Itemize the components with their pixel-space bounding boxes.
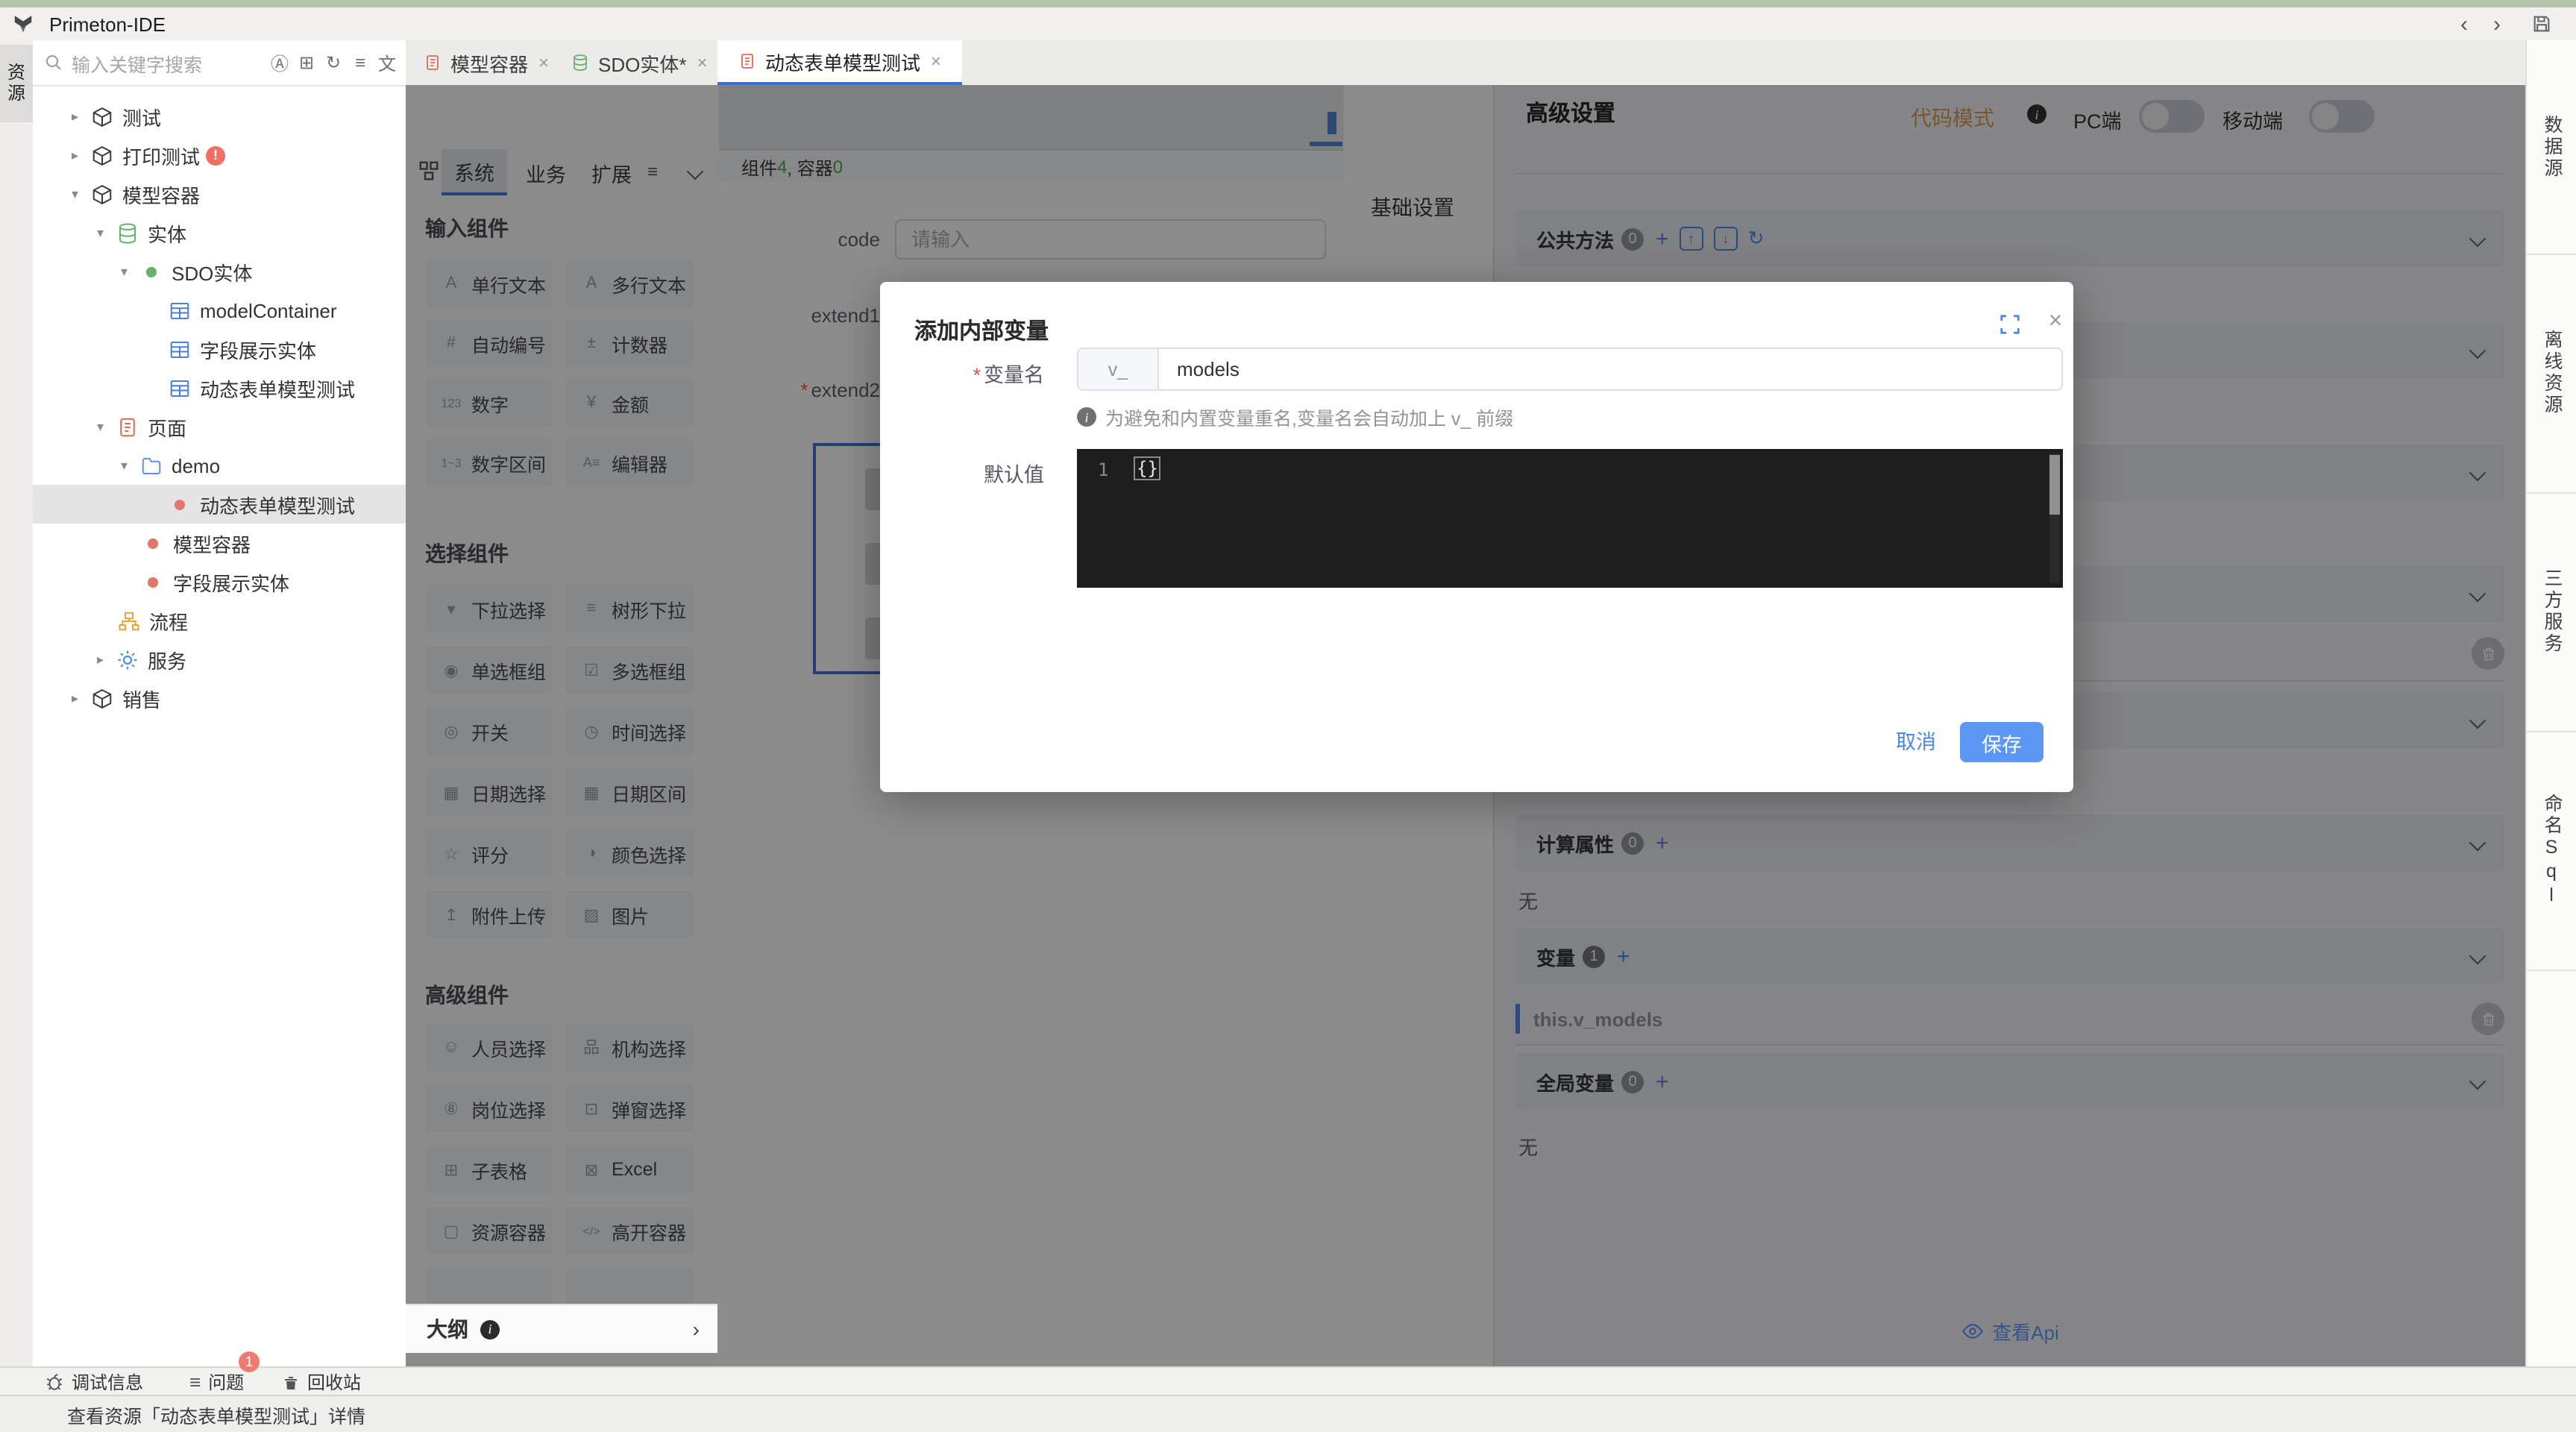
editor-tab-dynamic-form-test[interactable]: 动态表单模型测试 × (717, 40, 962, 85)
editor-tab-model-container[interactable]: 模型容器 × (424, 40, 549, 85)
outline-bar[interactable]: 大纲 i › (406, 1304, 717, 1353)
variable-name-label: *变量名 (880, 358, 1044, 388)
cube-icon (91, 144, 113, 166)
tree-item-model-container[interactable]: ▾ 模型容器 (33, 175, 406, 213)
debug-info-button[interactable]: 调试信息 (45, 1368, 143, 1396)
status-bar: 查看资源「动态表单模型测试」详情 (0, 1395, 2576, 1432)
problems-count-badge: 1 (239, 1351, 260, 1372)
error-badge: ! (206, 145, 225, 165)
nav-forward-icon[interactable]: › (2485, 12, 2509, 37)
primeton-ide-window: Primeton-IDE ‹ › 资源 输入关键字搜索 Ⓐ ⊞ ↻ ≡ 文 (0, 0, 2576, 1431)
save-icon[interactable] (2531, 13, 2552, 34)
add-internal-variable-dialog: 添加内部变量 *变量名 v_ i 为避免和内置变量重名,变量名会自动加上 v_ … (880, 282, 2073, 792)
window-top-strip (0, 0, 2576, 7)
list-icon: ≡ (189, 1371, 201, 1393)
folder-icon (140, 454, 163, 477)
tree-item-print-test[interactable]: ▸ 打印测试 ! (33, 136, 406, 175)
cube-icon (91, 183, 113, 205)
variable-prefix: v_ (1078, 349, 1159, 389)
tree-item-dynamic-form-page-selected[interactable]: 动态表单模型测试 (33, 485, 406, 524)
editor-tab-sdo-entity[interactable]: SDO实体* × (571, 40, 708, 85)
database-icon (116, 222, 139, 244)
table-icon (169, 377, 191, 399)
tree-item-flow[interactable]: 流程 (33, 601, 406, 640)
explorer-search-row: 输入关键字搜索 Ⓐ ⊞ ↻ ≡ 文 (33, 40, 406, 87)
resource-tree: ▸ 测试 ▸ 打印测试 ! ▾ 模型容器 ▾ 实体 ▾ (33, 97, 406, 717)
tree-item-model-container-page[interactable]: 模型容器 (33, 524, 406, 562)
trash-icon (282, 1373, 300, 1391)
dock-tab-offline-resources[interactable]: 离线资源 (2527, 254, 2576, 494)
gear-icon (116, 648, 139, 671)
tree-item-sales[interactable]: ▸ 销售 (33, 679, 406, 717)
database-green-icon (571, 54, 589, 72)
red-dot-icon (169, 499, 191, 509)
close-icon[interactable]: × (931, 51, 941, 72)
tree-item-modelcontainer-entity[interactable]: modelContainer (33, 291, 406, 330)
dock-tab-third-party-services[interactable]: 三方服务 (2527, 492, 2576, 732)
green-dot-icon (140, 266, 163, 277)
page-red-icon (424, 54, 442, 72)
tree-item-sdo-entity[interactable]: ▾ SDO实体 (33, 252, 406, 291)
table-icon (169, 338, 191, 360)
tree-item-dynamic-form-entity[interactable]: 动态表单模型测试 (33, 368, 406, 407)
tree-item-services[interactable]: ▸ 服务 (33, 640, 406, 679)
editor-tab-bar: 模型容器 × SDO实体* × 动态表单模型测试 × (406, 40, 2576, 87)
page-icon (116, 415, 139, 438)
title-bar: Primeton-IDE ‹ › (0, 7, 2576, 42)
close-icon[interactable]: × (538, 52, 549, 73)
cancel-button[interactable]: 取消 (1896, 725, 1936, 755)
red-dot-icon (142, 577, 164, 587)
recycle-bin-button[interactable]: 回收站 (282, 1368, 361, 1396)
sort-list-icon[interactable]: ≡ (351, 52, 370, 73)
tree-item-test[interactable]: ▸ 测试 (33, 97, 406, 136)
cube-icon (91, 105, 113, 128)
dock-tab-resources[interactable]: 资源 (0, 45, 33, 122)
close-icon[interactable]: × (697, 52, 707, 73)
bottom-toolbar: 调试信息 ≡ 问题 1 回收站 (0, 1366, 2576, 1396)
tree-item-pages[interactable]: ▾ 页面 (33, 407, 406, 446)
dialog-title: 添加内部变量 (914, 315, 1049, 346)
nav-back-icon[interactable]: ‹ (2452, 12, 2476, 37)
default-value-code-editor[interactable]: 1 {} (1077, 449, 2063, 588)
add-model-icon[interactable]: ⊞ (297, 52, 316, 73)
variable-name-group: v_ (1077, 348, 2063, 391)
search-input[interactable]: 输入关键字搜索 (72, 48, 202, 77)
red-dot-icon (142, 538, 164, 548)
problems-button[interactable]: ≡ 问题 (189, 1368, 244, 1396)
default-value-label: 默认值 (880, 458, 1044, 488)
refresh-icon[interactable]: ↻ (324, 52, 343, 73)
dialog-close-icon[interactable]: × (2043, 309, 2067, 336)
variable-name-hint: i 为避免和内置变量重名,变量名会自动加上 v_ 前缀 (1077, 403, 1513, 431)
code-cursor-content: {} (1134, 456, 1161, 480)
tree-item-demo-folder[interactable]: ▾ demo (33, 446, 406, 485)
outline-expand-chevron-icon[interactable]: › (693, 1317, 700, 1341)
dock-tab-named-sql[interactable]: 命名Sql (2527, 731, 2576, 971)
line-number: 1 (1098, 459, 1108, 480)
variable-name-input[interactable] (1159, 349, 2061, 389)
tree-item-field-display-page[interactable]: 字段展示实体 (33, 562, 406, 601)
page-red-icon (738, 52, 756, 70)
right-dock-strip: 数据源 离线资源 三方服务 命名Sql (2525, 40, 2576, 1366)
left-dock-strip: 资源 (0, 40, 34, 1366)
tree-item-entity[interactable]: ▾ 实体 (33, 213, 406, 252)
search-icon (45, 54, 63, 72)
tree-item-field-display-entity[interactable]: 字段展示实体 (33, 330, 406, 368)
dock-tab-datasource[interactable]: 数据源 (2527, 40, 2576, 255)
ai-scan-icon[interactable]: Ⓐ (270, 50, 289, 75)
editor-scrollbar-thumb[interactable] (2049, 455, 2060, 515)
flow-icon (118, 609, 140, 632)
translate-icon[interactable]: 文 (377, 50, 397, 75)
table-icon (169, 299, 191, 321)
status-text: 查看资源「动态表单模型测试」详情 (67, 1400, 365, 1428)
info-icon: i (1077, 407, 1096, 427)
fullscreen-icon[interactable] (1999, 313, 2021, 336)
app-title: Primeton-IDE (49, 13, 166, 36)
outline-label: 大纲 (427, 1314, 468, 1344)
resource-explorer: 输入关键字搜索 Ⓐ ⊞ ↻ ≡ 文 ▸ 测试 ▸ 打印测试 ! ▾ (33, 40, 407, 1366)
cube-icon (91, 687, 113, 709)
info-icon: i (480, 1319, 500, 1339)
save-button[interactable]: 保存 (1960, 722, 2043, 762)
bug-icon (45, 1372, 64, 1392)
app-logo-icon (12, 12, 34, 34)
